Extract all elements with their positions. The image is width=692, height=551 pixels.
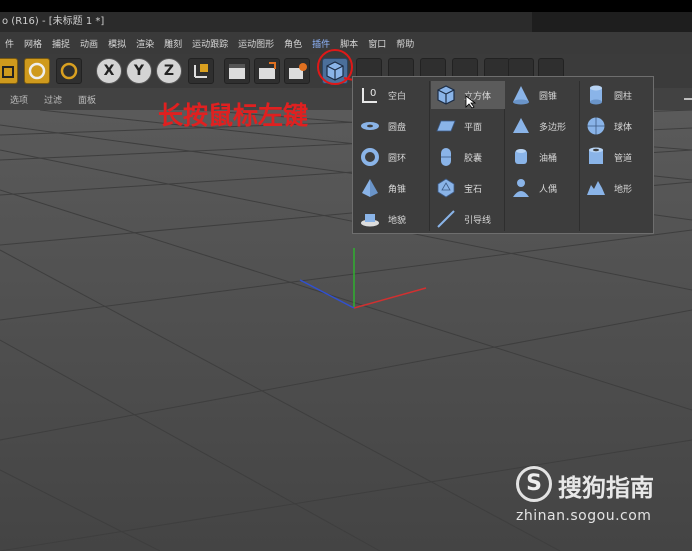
render-picture-viewer-button[interactable] [254, 58, 280, 84]
disc-icon [361, 122, 379, 130]
rotate-tool-button[interactable] [24, 58, 50, 84]
menu-script[interactable]: 脚本 [335, 37, 363, 50]
render-settings-button[interactable] [284, 58, 310, 84]
scale-icon [2, 66, 14, 78]
platonic-icon [437, 178, 455, 198]
menu-render[interactable]: 渲染 [131, 37, 159, 50]
top-black-strip [0, 0, 692, 12]
primitive-cylinder[interactable]: 圆柱 [581, 81, 655, 109]
primitive-torus[interactable]: 圆环 [355, 143, 429, 171]
primitive-cube[interactable]: 立方体 [431, 81, 505, 109]
primitive-cone[interactable]: 圆锥 [506, 81, 580, 109]
menu-animate[interactable]: 动画 [75, 37, 103, 50]
render-view-button[interactable] [224, 58, 250, 84]
menu-motion-tracking[interactable]: 运动跟踪 [187, 37, 233, 50]
primitive-sphere[interactable]: 球体 [581, 112, 655, 140]
viewport-menu-filter[interactable]: 过滤 [34, 93, 68, 106]
title-bar: o (R16) - [未标题 1 *] [0, 12, 692, 32]
pyramid-icon [362, 179, 378, 197]
z-axis-toggle[interactable]: Z [156, 58, 182, 84]
clapper-gear-icon [289, 63, 307, 79]
rotate-icon [28, 62, 46, 80]
viewport-menu-options[interactable]: 选项 [0, 93, 34, 106]
menu-snap[interactable]: 捕捉 [47, 37, 75, 50]
coordinate-system-button[interactable] [188, 58, 214, 84]
scale-tool-button[interactable] [0, 58, 18, 84]
watermark-url: zhinan.sogou.com [516, 508, 652, 524]
cube-icon [437, 85, 455, 105]
svg-text:0: 0 [370, 88, 376, 99]
window-title: o (R16) - [未标题 1 *] [2, 16, 105, 27]
capsule-icon [441, 148, 451, 166]
cylinder-icon [590, 85, 602, 105]
mouse-cursor-icon [465, 95, 477, 109]
menu-sculpt[interactable]: 雕刻 [159, 37, 187, 50]
primitive-disc[interactable]: 圆盘 [355, 112, 429, 140]
menu-character[interactable]: 角色 [279, 37, 307, 50]
menu-plugins[interactable]: 插件 [307, 37, 335, 50]
instruction-annotation: 长按鼠标左键 [158, 101, 309, 130]
coordinate-icon [194, 64, 208, 78]
primitive-null[interactable]: 0 空白 [355, 81, 429, 109]
figure-icon [513, 179, 529, 197]
oiltank-icon [515, 149, 527, 164]
sogou-logo-icon: S [516, 466, 552, 502]
sphere-icon [587, 117, 605, 135]
y-axis-toggle[interactable]: Y [126, 58, 152, 84]
primitive-relief[interactable]: 地貌 [355, 205, 429, 233]
primitive-oil-tank[interactable]: 油桶 [506, 143, 580, 171]
landscape-icon [587, 181, 605, 195]
polygon-icon [513, 118, 529, 133]
menu-bar: 件 网格 捕捉 动画 模拟 渲染 雕刻 运动跟踪 运动图形 角色 插件 脚本 窗… [0, 32, 692, 54]
null-icon: 0 [362, 88, 377, 103]
primitive-polygon[interactable]: 多边形 [506, 112, 580, 140]
tube-icon [589, 147, 603, 164]
menu-window[interactable]: 窗口 [363, 37, 391, 50]
primitive-landscape[interactable]: 地形 [581, 174, 655, 202]
clapper-icon [229, 64, 245, 79]
relief-icon [361, 214, 379, 227]
menu-mesh[interactable]: 网格 [19, 37, 47, 50]
recent-tool-button[interactable] [56, 58, 82, 84]
primitive-plane[interactable]: 平面 [431, 112, 505, 140]
clapper-arrow-icon [259, 62, 276, 79]
menu-simulate[interactable]: 模拟 [103, 37, 131, 50]
viewport-corner-mark [684, 98, 692, 100]
guide-icon [437, 210, 455, 228]
x-axis-toggle[interactable]: X [96, 58, 122, 84]
torus-icon [361, 148, 379, 166]
rotate-gold-icon [60, 62, 78, 80]
primitive-platonic[interactable]: 宝石 [431, 174, 505, 202]
primitive-guide[interactable]: 引导线 [431, 205, 505, 233]
primitive-pyramid[interactable]: 角锥 [355, 174, 429, 202]
menu-mograph[interactable]: 运动图形 [233, 37, 279, 50]
menu-help[interactable]: 帮助 [391, 37, 419, 50]
primitive-capsule[interactable]: 胶囊 [431, 143, 505, 171]
primitive-palette: 0 空白 立方体 圆锥 圆柱 圆盘 平面 多边形 球体 圆环 胶囊 油桶 管道 … [352, 76, 654, 234]
viewport-menu-panel[interactable]: 面板 [68, 93, 102, 106]
menu-file[interactable]: 件 [0, 37, 19, 50]
primitive-tube[interactable]: 管道 [581, 143, 655, 171]
primitive-figure[interactable]: 人偶 [506, 174, 580, 202]
watermark-title: 搜狗指南 [558, 474, 654, 502]
plane-icon [436, 120, 456, 132]
cone-icon [513, 86, 529, 105]
sogou-watermark: S 搜狗指南 zhinan.sogou.com [516, 466, 686, 532]
